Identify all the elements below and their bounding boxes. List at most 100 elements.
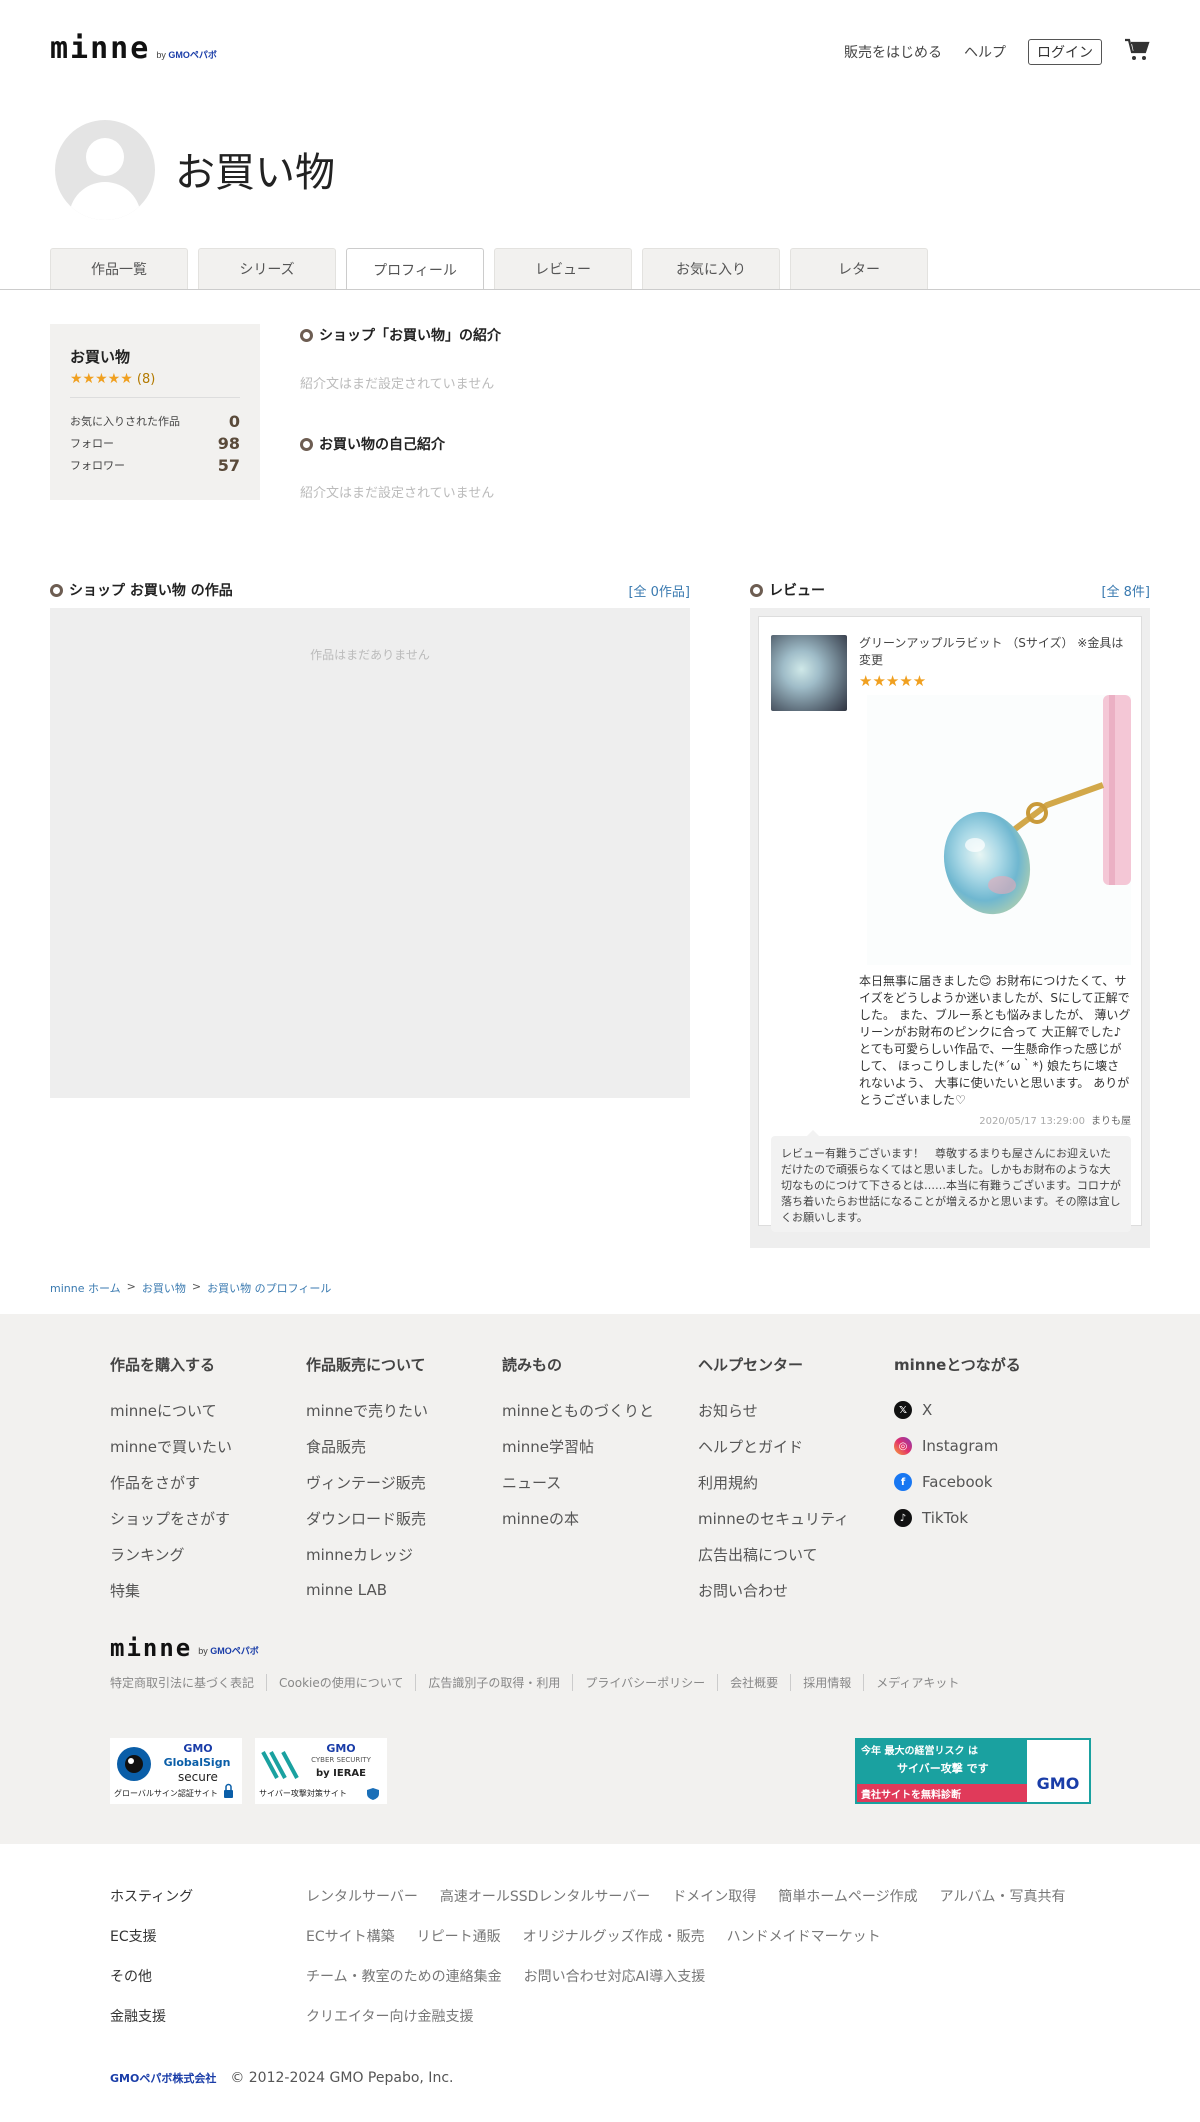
group-services: ホスティング レンタルサーバー 高速オールSSDレンタルサーバー ドメイン取得 … (0, 1844, 1200, 2122)
tab-reviews[interactable]: レビュー (494, 248, 632, 289)
footer-link[interactable]: minneで売りたい (306, 1392, 428, 1428)
footer-link[interactable]: minneの本 (502, 1500, 654, 1536)
minne-logo[interactable]: minne by GMOペパボ (50, 34, 217, 64)
start-selling-link[interactable]: 販売をはじめる (844, 42, 942, 62)
footer-col-title: minneとつながる (894, 1356, 1021, 1374)
footer-link[interactable]: 利用規約 (698, 1464, 849, 1500)
social-facebook[interactable]: f Facebook (894, 1464, 1021, 1500)
footer-col-buy: 作品を購入する minneについて minneで買いたい 作品をさがす ショップ… (110, 1354, 232, 1608)
group-link[interactable]: ECサイト構築 (306, 1926, 395, 1946)
footer-link[interactable]: minne学習帖 (502, 1428, 654, 1464)
footer-legal-link[interactable]: 採用情報 (790, 1674, 863, 1691)
review-card: グリーンアップルラビット （Sサイズ） ※金具は変更 ★★★★★ 本日無事に届き… (758, 616, 1142, 1232)
tab-series[interactable]: シリーズ (198, 248, 336, 289)
tab-profile[interactable]: プロフィール (346, 248, 484, 290)
rating-count-link[interactable]: (8) (137, 372, 155, 387)
ring-icon (300, 328, 313, 342)
page-title: お買い物 (175, 150, 335, 196)
footer-logo[interactable]: minne by GMOペパボ (110, 1636, 259, 1660)
breadcrumb-current[interactable]: お買い物 のプロフィール (207, 1280, 331, 1296)
breadcrumb-home[interactable]: minne ホーム (50, 1280, 121, 1296)
footer-legal-link[interactable]: メディアキット (863, 1674, 971, 1691)
footer-legal-link[interactable]: Cookieの使用について (266, 1674, 415, 1691)
footer-link[interactable]: お知らせ (698, 1392, 849, 1428)
tab-works[interactable]: 作品一覧 (50, 248, 188, 289)
gmo-pepabo-logo[interactable]: GMOペパボ株式会社 (110, 2070, 216, 2086)
works-grid: 作品はまだありません (50, 608, 690, 1098)
group-row-other: その他 チーム・教室のための連絡集金 お問い合わせ対応AI導入支援 (110, 1966, 705, 1986)
footer-col-title: ヘルプセンター (698, 1356, 804, 1374)
product-title[interactable]: グリーンアップルラビット （Sサイズ） ※金具は変更 (859, 635, 1131, 669)
footer-link[interactable]: ショップをさがす (110, 1500, 232, 1536)
all-reviews-link[interactable]: [全 8件] (1101, 581, 1150, 600)
social-x[interactable]: 𝕏X (894, 1392, 1021, 1428)
group-link[interactable]: 高速オールSSDレンタルサーバー (440, 1886, 650, 1906)
stat-following[interactable]: フォロー 98 (70, 432, 240, 454)
group-link[interactable]: ドメイン取得 (672, 1886, 756, 1906)
instagram-icon: ◎ (894, 1437, 912, 1455)
group-link[interactable]: オリジナルグッズ作成・販売 (523, 1926, 705, 1946)
group-link[interactable]: お問い合わせ対応AI導入支援 (524, 1966, 706, 1986)
footer-link[interactable]: minneとものづくりと (502, 1392, 654, 1428)
footer-link[interactable]: お問い合わせ (698, 1572, 849, 1608)
footer-legal-link[interactable]: 特定商取引法に基づく表記 (110, 1674, 266, 1691)
breadcrumb-separator: > (191, 1280, 202, 1293)
product-thumbnail[interactable] (771, 635, 847, 711)
help-link[interactable]: ヘルプ (964, 42, 1006, 62)
footer-legal-link[interactable]: プライバシーポリシー (572, 1674, 717, 1691)
footer-link[interactable]: 食品販売 (306, 1428, 428, 1464)
footer-link[interactable]: ニュース (502, 1464, 654, 1500)
group-link[interactable]: クリエイター向け金融支援 (306, 2006, 473, 2026)
footer-col-sell: 作品販売について minneで売りたい 食品販売 ヴィンテージ販売 ダウンロード… (306, 1354, 428, 1608)
social-tiktok[interactable]: ♪ TikTok (894, 1500, 1021, 1536)
social-instagram[interactable]: ◎ Instagram (894, 1428, 1021, 1464)
footer-link[interactable]: ヘルプとガイド (698, 1428, 849, 1464)
globalsign-badge[interactable]: GMO GlobalSign secure グローバルサイン認証サイト (110, 1738, 242, 1804)
self-intro-empty: 紹介文はまだ設定されていません (300, 486, 495, 501)
breadcrumb-shop[interactable]: お買い物 (142, 1280, 186, 1296)
group-link[interactable]: リピート通販 (417, 1926, 501, 1946)
footer-link[interactable]: 特集 (110, 1572, 232, 1608)
footer-legal-link[interactable]: 広告識別子の取得・利用 (415, 1674, 572, 1691)
group-link[interactable]: ハンドメイドマーケット (727, 1926, 881, 1946)
tab-favorites[interactable]: お気に入り (642, 248, 780, 289)
cyber-diagnosis-banner[interactable]: 今年 最大の経営リスク は サイバー攻撃 です 貴社サイトを無料診断 GMO (855, 1738, 1091, 1804)
footer-link[interactable]: minneのセキュリティ (698, 1500, 849, 1536)
group-label: EC支援 (110, 1929, 157, 1945)
footer-link[interactable]: minneで買いたい (110, 1428, 232, 1464)
footer-link[interactable]: minne LAB (306, 1572, 428, 1608)
footer-link[interactable]: 広告出稿について (698, 1536, 849, 1572)
ierae-badge[interactable]: GMO CYBER SECURITY by IERAE サイバー攻撃対策サイト (255, 1738, 387, 1804)
rating-stars: ★★★★★ (70, 371, 133, 387)
logo-sub: by GMOペパボ (156, 50, 217, 60)
group-label: ホスティング (110, 1889, 194, 1905)
breadcrumb-separator: > (126, 1280, 136, 1293)
avatar (55, 120, 155, 220)
review-photo[interactable] (867, 695, 1131, 965)
footer-link[interactable]: minneについて (110, 1392, 232, 1428)
stat-followers[interactable]: フォロワー 57 (70, 454, 240, 476)
group-link[interactable]: レンタルサーバー (306, 1886, 418, 1906)
footer-col-help: ヘルプセンター お知らせ ヘルプとガイド 利用規約 minneのセキュリティ 広… (698, 1354, 849, 1608)
footer-link[interactable]: ヴィンテージ販売 (306, 1464, 428, 1500)
tab-letter[interactable]: レター (790, 248, 928, 289)
footer-link[interactable]: minneカレッジ (306, 1536, 428, 1572)
cart-icon[interactable] (1124, 38, 1150, 66)
works-empty: 作品はまだありません (310, 648, 430, 662)
footer-link[interactable]: 作品をさがす (110, 1464, 232, 1500)
group-link[interactable]: アルバム・写真共有 (940, 1886, 1066, 1906)
group-label: その他 (110, 1969, 152, 1985)
group-link[interactable]: チーム・教室のための連絡集金 (306, 1966, 502, 1986)
footer-link[interactable]: ダウンロード販売 (306, 1500, 428, 1536)
breadcrumb: minne ホーム > お買い物 > お買い物 のプロフィール (50, 1280, 331, 1296)
all-works-link[interactable]: [全 0作品] (628, 581, 690, 600)
footer-legal-link[interactable]: 会社概要 (717, 1674, 790, 1691)
group-row-ec: EC支援 ECサイト構築 リピート通販 オリジナルグッズ作成・販売 ハンドメイド… (110, 1926, 881, 1946)
login-button[interactable]: ログイン (1028, 39, 1102, 65)
tabs-divider (0, 289, 1200, 290)
footer-link[interactable]: ランキング (110, 1536, 232, 1572)
footer-col-read: 読みもの minneとものづくりと minne学習帖 ニュース minneの本 (502, 1354, 654, 1536)
group-link[interactable]: 簡単ホームページ作成 (778, 1886, 917, 1906)
group-row-hosting: ホスティング レンタルサーバー 高速オールSSDレンタルサーバー ドメイン取得 … (110, 1886, 1065, 1906)
shop-reply: レビュー有難うございます！ 尊敬するまりも屋さんにお迎えいただけたので頑張らなく… (771, 1130, 1131, 1232)
